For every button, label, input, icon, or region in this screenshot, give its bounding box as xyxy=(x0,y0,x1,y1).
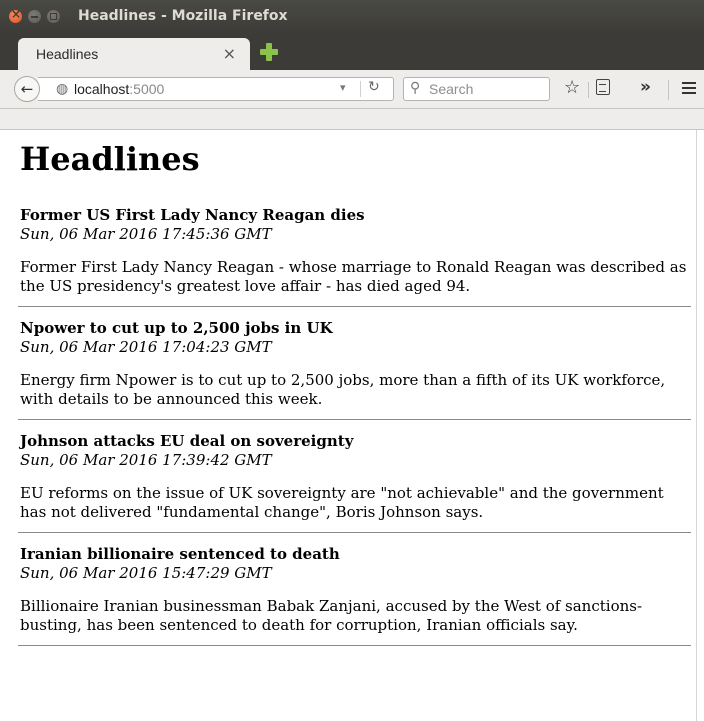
search-icon: ⚲ xyxy=(410,80,421,96)
article-item: Former US First Lady Nancy Reagan dies S… xyxy=(18,206,691,307)
article-title: Former US First Lady Nancy Reagan dies xyxy=(20,206,365,224)
toolbar-divider xyxy=(588,82,589,98)
article-divider xyxy=(18,532,691,533)
reload-icon[interactable]: ↻ xyxy=(368,79,380,95)
article-summary: Energy firm Npower is to cut up to 2,500… xyxy=(20,371,666,408)
article-item: Npower to cut up to 2,500 jobs in UK Sun… xyxy=(18,319,691,420)
article-item: Iranian billionaire sentenced to death S… xyxy=(18,545,691,646)
article-title: Johnson attacks EU deal on sovereignty xyxy=(20,432,354,450)
tab-strip: Headlines × xyxy=(0,34,704,71)
article-item: Johnson attacks EU deal on sovereignty S… xyxy=(18,432,691,533)
search-placeholder: Search xyxy=(429,81,474,97)
tab-headlines[interactable]: Headlines × xyxy=(18,38,250,71)
article-divider xyxy=(18,645,691,646)
article-date: Sun, 06 Mar 2016 17:04:23 GMT xyxy=(20,338,272,356)
article-list: Former US First Lady Nancy Reagan dies S… xyxy=(18,206,691,658)
globe-icon[interactable]: ◍ xyxy=(56,81,68,97)
article-summary: Former First Lady Nancy Reagan - whose m… xyxy=(20,258,687,295)
hamburger-menu-icon[interactable] xyxy=(682,82,696,97)
overflow-icon[interactable]: » xyxy=(640,77,651,97)
search-input[interactable]: ⚲ Search xyxy=(403,77,550,101)
star-icon[interactable]: ☆ xyxy=(564,77,580,98)
article-date: Sun, 06 Mar 2016 15:47:29 GMT xyxy=(20,564,272,582)
back-arrow-icon[interactable]: ← xyxy=(14,76,40,102)
page-content: Headlines Former US First Lady Nancy Rea… xyxy=(0,130,696,721)
article-divider xyxy=(18,306,691,307)
new-tab-plus-icon[interactable] xyxy=(258,41,280,63)
page-scrollbar[interactable] xyxy=(696,130,704,721)
tab-close-icon[interactable]: × xyxy=(223,44,236,63)
url-bar[interactable]: ◍ localhost:5000 ▾ ↻ xyxy=(38,77,394,101)
article-date: Sun, 06 Mar 2016 17:45:36 GMT xyxy=(20,225,272,243)
chevron-down-icon[interactable]: ▾ xyxy=(340,81,346,94)
article-date: Sun, 06 Mar 2016 17:39:42 GMT xyxy=(20,451,272,469)
article-divider xyxy=(18,419,691,420)
clipboard-icon[interactable] xyxy=(596,79,610,95)
window-titlebar: Headlines - Mozilla Firefox xyxy=(0,0,704,34)
page-title: Headlines xyxy=(20,140,200,178)
url-port: :5000 xyxy=(129,81,165,97)
url-text[interactable]: localhost:5000 xyxy=(74,81,164,97)
bookmarks-toolbar xyxy=(0,109,704,130)
tab-label: Headlines xyxy=(36,46,99,62)
article-title: Iranian billionaire sentenced to death xyxy=(20,545,340,563)
window-minimize-icon[interactable] xyxy=(28,10,41,23)
article-summary: Billionaire Iranian businessman Babak Za… xyxy=(20,597,643,634)
article-summary: EU reforms on the issue of UK sovereignt… xyxy=(20,484,664,521)
toolbar-divider xyxy=(668,80,669,100)
window-maximize-icon[interactable] xyxy=(47,10,60,23)
article-title: Npower to cut up to 2,500 jobs in UK xyxy=(20,319,333,337)
window-title: Headlines - Mozilla Firefox xyxy=(78,8,288,24)
url-divider xyxy=(360,81,361,97)
navigation-toolbar: ◍ localhost:5000 ▾ ↻ ← ⚲ Search ☆ » xyxy=(0,70,704,109)
url-host: localhost xyxy=(74,81,130,97)
window-close-icon[interactable] xyxy=(9,7,22,23)
